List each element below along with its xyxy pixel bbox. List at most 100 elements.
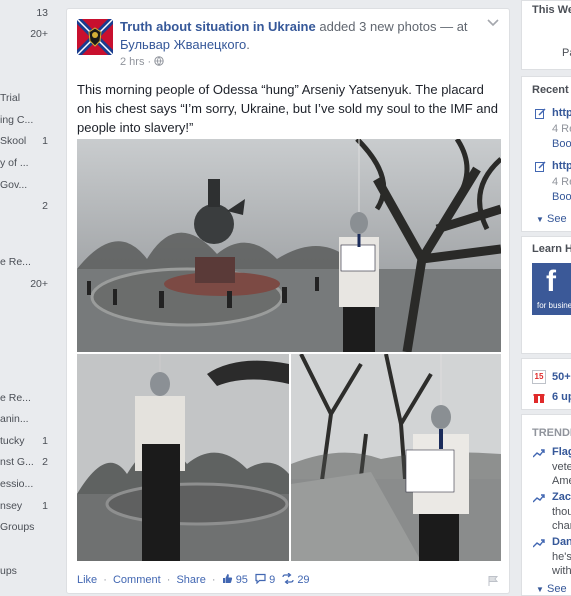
recent-item-meta: 4 Re [552, 123, 571, 135]
recent-item-link[interactable]: http [552, 107, 571, 119]
time-link[interactable]: 2 hrs [120, 56, 144, 68]
like-count: 95 [235, 574, 248, 586]
share-count: 29 [297, 574, 310, 586]
left-sidebar: 13 20+ Trial ing C... Skool 1 y of ... Go… [0, 0, 60, 596]
post-header: Truth about situation in Ukraine added 3… [120, 18, 490, 54]
trending-arrow-icon [533, 449, 545, 458]
sidebar-item[interactable]: Skool 1 [0, 135, 60, 151]
location-link[interactable]: Бульвар Жванецкого [120, 37, 246, 52]
share-link[interactable]: Share [176, 574, 205, 586]
post-at-text: — at [440, 19, 468, 34]
action-separator: · [211, 574, 216, 586]
post-action-text: added 3 new photos [319, 19, 437, 34]
report-flag-icon[interactable] [487, 574, 499, 592]
learn-title: Learn H [532, 243, 571, 255]
post-photo-main[interactable] [77, 139, 501, 352]
sidebar-item[interactable]: nsey 1 [0, 500, 60, 516]
share-count-group[interactable]: 29 [282, 572, 310, 586]
this-week-title: This We [532, 4, 571, 16]
action-separator: · [166, 574, 171, 586]
comment-count-group[interactable]: 9 [255, 573, 278, 586]
page-name-link[interactable]: Truth about situation in Ukraine [120, 19, 316, 34]
action-separator: · [103, 574, 107, 586]
trending-item-line: vete [552, 461, 571, 473]
coat-of-arms-icon [77, 19, 113, 55]
trending-item-title[interactable]: Zac [552, 491, 571, 503]
this-week-text: Pa [562, 47, 571, 59]
sidebar-count: 13 [36, 7, 48, 19]
sidebar-item[interactable]: Groups [0, 521, 60, 537]
share-arrows-icon [282, 572, 294, 585]
see-more-link[interactable]: ▼ See [536, 583, 567, 595]
sidebar-item[interactable]: ups [0, 565, 60, 581]
trending-title: TRENDI [532, 427, 571, 439]
thumbs-up-icon [222, 574, 232, 583]
sidebar-item[interactable]: e Re... [0, 256, 60, 272]
comment-link[interactable]: Comment [113, 574, 161, 586]
sidebar-item[interactable]: anin... [0, 413, 60, 429]
right-column: This We Pa Recent http 4 Re Boo http 4 R… [521, 0, 571, 596]
sidebar-item[interactable]: y of ... [0, 157, 60, 173]
trending-item-line: char [552, 520, 571, 532]
sidebar-item[interactable]: 2 [0, 200, 60, 216]
comment-count: 9 [269, 574, 276, 586]
recent-posts-box: Recent http 4 Re Boo http 4 Re Boo ▼ See [521, 76, 571, 232]
trending-item-line: with [552, 565, 571, 577]
news-feed-post: Truth about situation in Ukraine added 3… [66, 8, 510, 594]
business-label: for busine [537, 301, 571, 310]
recent-item-sub[interactable]: Boo [552, 138, 571, 150]
post-action-bar: Like · Comment · Share · 95 9 29 [77, 572, 501, 589]
like-count-group[interactable]: 95 [222, 574, 251, 586]
edit-post-icon [535, 161, 546, 172]
edit-post-icon [535, 108, 546, 119]
trending-arrow-icon [533, 539, 545, 548]
sidebar-item[interactable]: e Re... [0, 392, 60, 408]
like-link[interactable]: Like [77, 574, 97, 586]
learn-box: Learn H f for busine [521, 236, 571, 354]
sidebar-item[interactable]: ing C... [0, 114, 60, 130]
trending-item-line: Ame [552, 475, 571, 487]
sidebar-item[interactable]: nst G... 2 [0, 456, 60, 472]
post-photo-secondary[interactable] [77, 354, 289, 561]
updates-link[interactable]: 6 up [552, 391, 571, 403]
sidebar-item[interactable]: 20+ [0, 28, 60, 44]
sidebar-item[interactable]: Gov... [0, 179, 60, 195]
location-suffix: . [246, 37, 250, 52]
this-week-box: This We Pa [521, 0, 571, 70]
page-avatar[interactable] [77, 19, 113, 55]
globe-icon [154, 56, 164, 68]
chevron-down-icon: ▼ [536, 215, 544, 224]
trending-box: TRENDI Flag vete Ame Zac thou char Dan h… [521, 414, 571, 596]
trending-item-title[interactable]: Flag [552, 446, 571, 458]
chevron-down-icon: ▼ [536, 585, 544, 594]
events-box: 15 50+ 6 up [521, 358, 571, 410]
recent-item-sub[interactable]: Boo [552, 191, 571, 203]
sidebar-item[interactable]: essio... [0, 478, 60, 494]
gift-icon [533, 394, 545, 403]
recent-item-link[interactable]: http [552, 160, 571, 172]
post-photo-tertiary[interactable] [291, 354, 501, 561]
sidebar-item[interactable]: 13 [0, 7, 60, 23]
chevron-down-icon[interactable] [487, 18, 499, 30]
fifty-plus-link[interactable]: 50+ [552, 371, 571, 383]
facebook-f-icon: f [546, 265, 556, 298]
sidebar-item[interactable]: Trial [0, 92, 60, 108]
comment-bubble-icon [255, 573, 266, 585]
trending-item-title[interactable]: Dan [552, 536, 571, 548]
recent-item-meta: 4 Re [552, 176, 571, 188]
post-body-text: This morning people of Odessa “hung” Ars… [77, 82, 498, 135]
trending-item-line: he's [552, 551, 571, 563]
calendar-icon: 15 [532, 370, 546, 384]
sidebar-item[interactable]: 20+ [0, 278, 60, 294]
see-more-label: See [546, 213, 567, 225]
post-timestamp: 2 hrs · [120, 56, 164, 68]
sidebar-count: 20+ [30, 28, 48, 40]
meta-separator: · [147, 56, 152, 68]
recent-title: Recent [532, 84, 569, 96]
trending-arrow-icon [533, 494, 545, 503]
trending-item-line: thou [552, 506, 571, 518]
sidebar-item[interactable]: tucky 1 [0, 435, 60, 451]
facebook-business-logo[interactable]: f for busine [532, 263, 571, 315]
see-more-label: See [546, 583, 567, 595]
see-more-link[interactable]: ▼ See [536, 213, 567, 225]
